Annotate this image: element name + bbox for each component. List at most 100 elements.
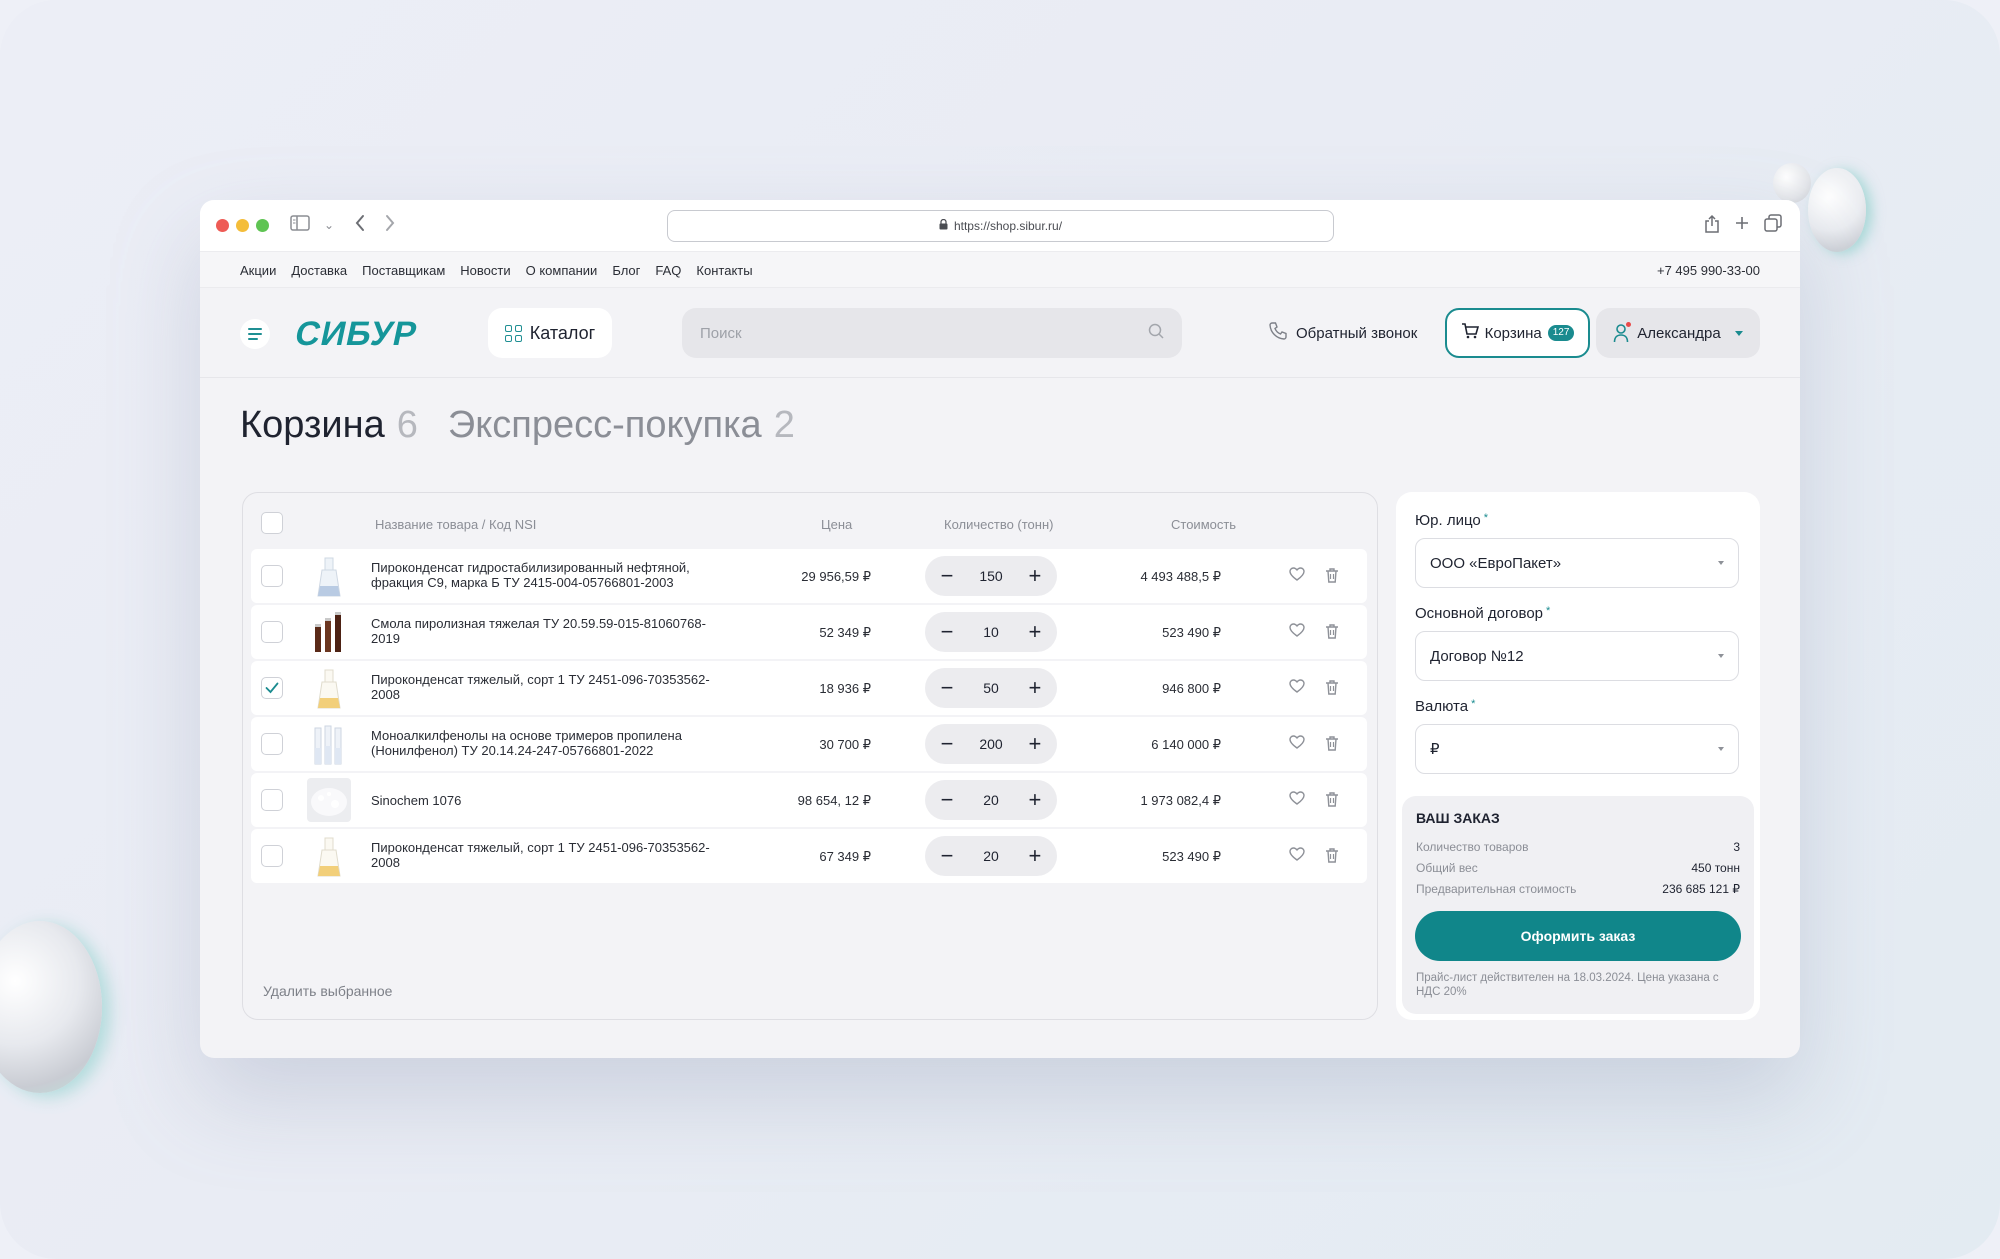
minimize-window-button[interactable]: [236, 219, 249, 232]
product-total: 523 490 ₽: [1162, 849, 1221, 864]
nav-link-faq[interactable]: FAQ: [655, 263, 681, 278]
row-checkbox[interactable]: [261, 845, 283, 867]
sidebar-toggle-icon[interactable]: [290, 214, 310, 236]
decrease-quantity-button[interactable]: −: [935, 621, 959, 643]
product-name[interactable]: Смола пиролизная тяжелая ТУ 20.59.59-015…: [371, 616, 731, 646]
user-menu-button[interactable]: Александра: [1596, 308, 1760, 358]
quantity-value[interactable]: 10: [983, 624, 999, 640]
close-window-button[interactable]: [216, 219, 229, 232]
trash-icon[interactable]: [1325, 623, 1339, 642]
decrease-quantity-button[interactable]: −: [935, 845, 959, 867]
product-name[interactable]: Пироконденсат тяжелый, сорт 1 ТУ 2451-09…: [371, 840, 731, 870]
heart-icon[interactable]: [1289, 623, 1305, 640]
delete-selected-button[interactable]: Удалить выбранное: [263, 983, 392, 999]
legal-entity-select[interactable]: ООО «ЕвроПакет»: [1415, 538, 1739, 588]
nav-link-blog[interactable]: Блог: [612, 263, 640, 278]
product-thumbnail[interactable]: [307, 834, 351, 878]
heart-icon[interactable]: [1289, 735, 1305, 752]
sibur-logo[interactable]: СИБУР: [290, 314, 430, 357]
trash-icon[interactable]: [1325, 791, 1339, 810]
heart-icon[interactable]: [1289, 791, 1305, 808]
search-input[interactable]: [700, 324, 1148, 342]
heart-icon[interactable]: [1289, 847, 1305, 864]
quantity-value[interactable]: 200: [979, 736, 1002, 752]
nav-link-suppliers[interactable]: Поставщикам: [362, 263, 445, 278]
forward-icon[interactable]: [384, 214, 396, 237]
catalog-label: Каталог: [529, 322, 596, 343]
table-row: Смола пиролизная тяжелая ТУ 20.59.59-015…: [251, 605, 1367, 659]
search-icon[interactable]: [1148, 323, 1164, 344]
product-name[interactable]: Sinochem 1076: [371, 793, 731, 808]
nav-link-contacts[interactable]: Контакты: [696, 263, 752, 278]
trash-icon[interactable]: [1325, 735, 1339, 754]
quantity-value[interactable]: 150: [979, 568, 1002, 584]
maximize-window-button[interactable]: [256, 219, 269, 232]
increase-quantity-button[interactable]: +: [1023, 845, 1047, 867]
row-checkbox[interactable]: [261, 565, 283, 587]
nav-link-promotions[interactable]: Акции: [240, 263, 276, 278]
tab-express-count: 2: [773, 404, 795, 446]
new-tab-icon[interactable]: [1734, 214, 1750, 236]
row-checkbox[interactable]: [261, 677, 283, 699]
chevron-down-icon[interactable]: ⌄: [324, 214, 334, 236]
row-checkbox[interactable]: [261, 789, 283, 811]
place-order-button[interactable]: Оформить заказ: [1415, 911, 1741, 961]
trash-icon[interactable]: [1325, 567, 1339, 586]
product-name[interactable]: Моноалкилфенолы на основе тримеров пропи…: [371, 728, 731, 758]
quantity-stepper: − 20 +: [925, 836, 1057, 876]
address-bar[interactable]: https://shop.sibur.ru/: [667, 210, 1334, 242]
menu-icon[interactable]: [240, 319, 270, 349]
trash-icon[interactable]: [1325, 847, 1339, 866]
phone-number[interactable]: +7 495 990-33-00: [1657, 252, 1760, 288]
decrease-quantity-button[interactable]: −: [935, 677, 959, 699]
decrease-quantity-button[interactable]: −: [935, 733, 959, 755]
product-thumbnail[interactable]: [307, 554, 351, 598]
decrease-quantity-button[interactable]: −: [935, 789, 959, 811]
back-icon[interactable]: [354, 214, 366, 237]
product-thumbnail[interactable]: [307, 778, 351, 822]
page-tabs: Корзина 6 Экспресс-покупка 2: [240, 404, 795, 447]
tab-express-purchase[interactable]: Экспресс-покупка 2: [448, 404, 795, 447]
share-icon[interactable]: [1704, 214, 1720, 239]
catalog-button[interactable]: Каталог: [488, 308, 612, 358]
product-name[interactable]: Пироконденсат гидростабилизированный неф…: [371, 560, 731, 590]
order-sidebar: Юр. лицо * ООО «ЕвроПакет» Основной догов…: [1396, 492, 1760, 1020]
site-header: СИБУР Каталог Обратный звонок Корзина: [200, 288, 1800, 378]
chevron-down-icon: [1718, 654, 1724, 658]
product-thumbnail[interactable]: [307, 722, 351, 766]
column-header-name: Название товара / Код NSI: [375, 517, 537, 532]
row-checkbox[interactable]: [261, 621, 283, 643]
search-field[interactable]: [682, 308, 1182, 358]
nav-link-news[interactable]: Новости: [460, 263, 510, 278]
currency-select[interactable]: ₽: [1415, 724, 1739, 774]
quantity-value[interactable]: 50: [983, 680, 999, 696]
nav-link-about[interactable]: О компании: [526, 263, 598, 278]
currency-label: Валюта *: [1415, 698, 1476, 715]
row-checkbox[interactable]: [261, 733, 283, 755]
product-thumbnail[interactable]: [307, 666, 351, 710]
tab-overview-icon[interactable]: [1764, 214, 1782, 237]
cart-table: Название товара / Код NSI Цена Количеств…: [242, 492, 1378, 1020]
callback-button[interactable]: Обратный звонок: [1268, 308, 1417, 358]
nav-link-delivery[interactable]: Доставка: [291, 263, 347, 278]
decrease-quantity-button[interactable]: −: [935, 565, 959, 587]
tab-cart[interactable]: Корзина 6: [240, 404, 418, 447]
grid-icon: [504, 324, 522, 342]
product-total: 523 490 ₽: [1162, 625, 1221, 640]
increase-quantity-button[interactable]: +: [1023, 733, 1047, 755]
trash-icon[interactable]: [1325, 679, 1339, 698]
product-thumbnail[interactable]: [307, 610, 351, 654]
product-name[interactable]: Пироконденсат тяжелый, сорт 1 ТУ 2451-09…: [371, 672, 731, 702]
quantity-value[interactable]: 20: [983, 848, 999, 864]
increase-quantity-button[interactable]: +: [1023, 621, 1047, 643]
increase-quantity-button[interactable]: +: [1023, 677, 1047, 699]
quantity-value[interactable]: 20: [983, 792, 999, 808]
contract-select[interactable]: Договор №12: [1415, 631, 1739, 681]
increase-quantity-button[interactable]: +: [1023, 789, 1047, 811]
select-all-checkbox[interactable]: [261, 512, 283, 534]
increase-quantity-button[interactable]: +: [1023, 565, 1047, 587]
cart-button[interactable]: Корзина 127: [1445, 308, 1590, 358]
heart-icon[interactable]: [1289, 567, 1305, 584]
quantity-stepper: − 10 +: [925, 612, 1057, 652]
heart-icon[interactable]: [1289, 679, 1305, 696]
